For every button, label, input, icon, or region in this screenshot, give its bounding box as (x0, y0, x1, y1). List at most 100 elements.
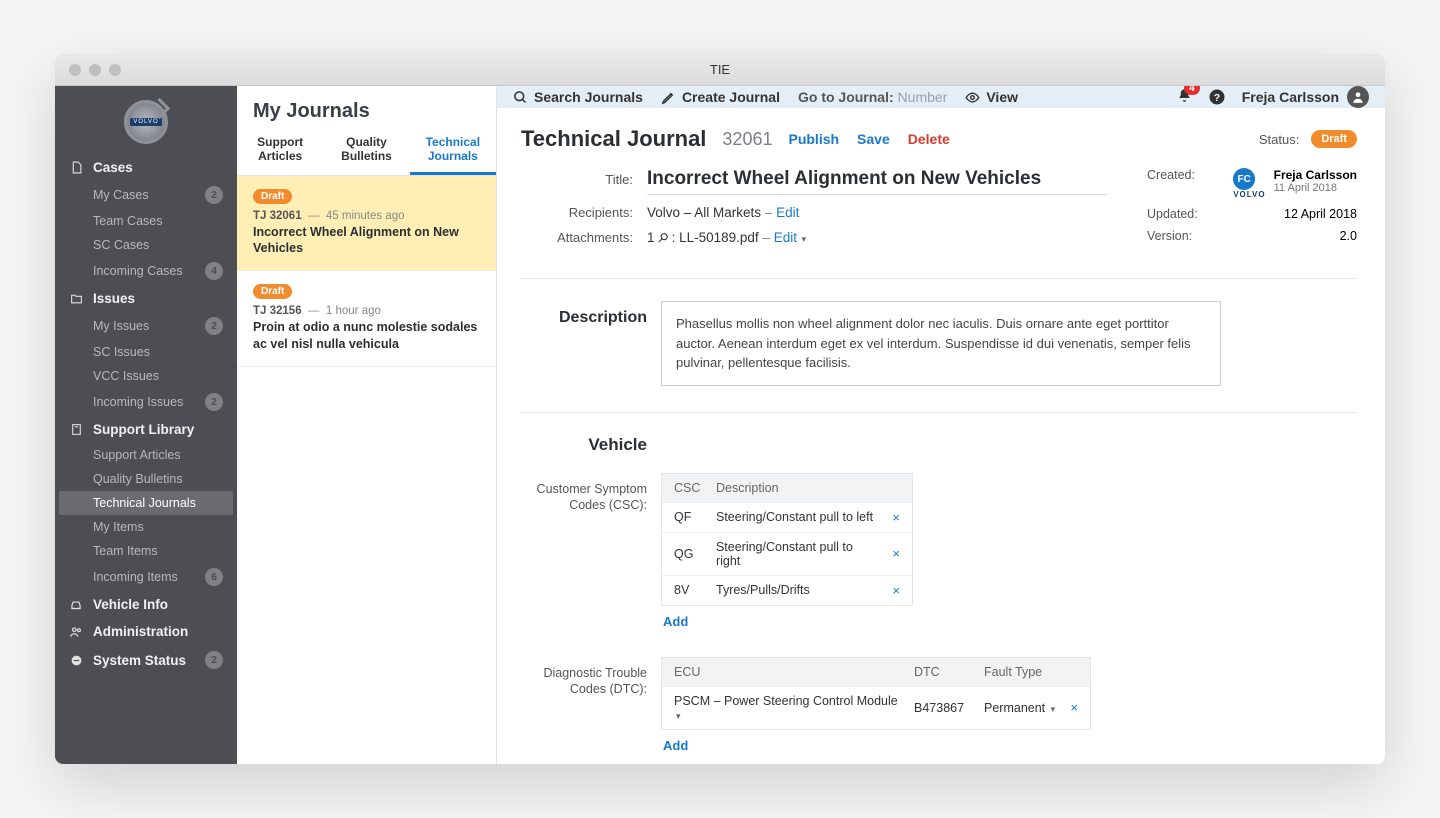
tab-quality-bulletins[interactable]: QualityBulletins (323, 131, 409, 175)
paperclip-icon: ⚲ (654, 229, 672, 247)
nav-item-my-issues[interactable]: My Issues2 (55, 312, 237, 340)
dtc-head-dtc: DTC (914, 665, 984, 679)
nav-section-vehicle-info[interactable]: Vehicle Info (55, 591, 237, 618)
dtc-add-button[interactable]: Add (661, 730, 688, 753)
minus-icon (69, 654, 83, 667)
goto-journal: Go to Journal: Number (798, 89, 947, 105)
page-title: Technical Journal (521, 126, 706, 152)
creator-avatar-icon: FC (1233, 168, 1255, 190)
nav-item-my-cases[interactable]: My Cases2 (55, 181, 237, 209)
car-icon (69, 598, 83, 612)
csc-table: CSC Description QFSteering/Constant pull… (661, 473, 913, 606)
nav-item-sc-cases[interactable]: SC Cases (55, 233, 237, 257)
nav-item-incoming-issues[interactable]: Incoming Issues2 (55, 388, 237, 416)
csc-add-button[interactable]: Add (661, 606, 688, 629)
save-button[interactable]: Save (857, 131, 890, 147)
nav-badge: 2 (205, 393, 223, 411)
created-date: 11 April 2018 (1274, 182, 1357, 194)
maximize-window-icon[interactable] (109, 64, 121, 76)
notification-count: 4 (1184, 86, 1200, 95)
fault-select[interactable]: Permanent ▾ (984, 701, 1067, 715)
recipients-label: Recipients: (521, 205, 633, 220)
file-icon (69, 161, 83, 174)
goto-number-input[interactable]: Number (898, 89, 948, 105)
ecu-select[interactable]: PSCM – Power Steering Control Module ▾ (674, 694, 914, 722)
nav-item-technical-journals[interactable]: Technical Journals (59, 491, 233, 515)
pencil-icon (661, 90, 676, 105)
table-row: QGSteering/Constant pull to right× (662, 532, 912, 575)
nav-item-incoming-items[interactable]: Incoming Items6 (55, 563, 237, 591)
sidebar: VOLVO CasesMy Cases2Team CasesSC CasesIn… (55, 86, 237, 764)
attachments-count: 1 (647, 230, 655, 245)
nav-item-sc-issues[interactable]: SC Issues (55, 340, 237, 364)
status-label: Status: (1259, 132, 1299, 147)
app-window: TIE VOLVO CasesMy Cases2Team CasesSC Cas… (55, 54, 1385, 764)
journal-tabs: SupportArticlesQualityBulletinsTechnical… (237, 131, 496, 176)
nav-item-team-items[interactable]: Team Items (55, 539, 237, 563)
remove-row-button[interactable]: × (892, 583, 900, 598)
status-badge: Draft (253, 189, 292, 204)
attachment-filename: LL-50189.pdf (679, 230, 759, 245)
page-header: Technical Journal 32061 Publish Save Del… (521, 126, 1357, 152)
close-window-icon[interactable] (69, 64, 81, 76)
nav-section-administration[interactable]: Administration (55, 618, 237, 645)
journal-card[interactable]: DraftTJ 32156 — 1 hour agoProin at odio … (237, 271, 496, 367)
search-icon (513, 90, 528, 105)
svg-text:?: ? (1214, 92, 1220, 104)
tab-technical-journals[interactable]: TechnicalJournals (410, 131, 496, 175)
help-icon[interactable]: ? (1208, 88, 1226, 106)
nav-section-system-status[interactable]: System Status2 (55, 645, 237, 675)
folder-icon (69, 292, 83, 305)
journal-list-column: My Journals SupportArticlesQualityBullet… (237, 86, 497, 764)
volvo-logo-icon: VOLVO (124, 100, 168, 144)
nav-badge: 4 (205, 262, 223, 280)
journal-number: 32061 (722, 129, 772, 150)
create-journal-button[interactable]: Create Journal (661, 89, 780, 105)
nav-section-cases[interactable]: Cases (55, 154, 237, 181)
table-row: 8VTyres/Pulls/Drifts× (662, 575, 912, 605)
attachments-label: Attachments: (521, 230, 633, 245)
remove-row-button[interactable]: × (1070, 700, 1078, 715)
description-textarea[interactable]: Phasellus mollis non wheel alignment dol… (661, 301, 1221, 386)
search-journals-button[interactable]: Search Journals (513, 89, 643, 105)
title-label: Title: (521, 172, 633, 187)
notifications-button[interactable]: 4 (1177, 88, 1192, 106)
window-title: TIE (710, 62, 730, 77)
tab-support-articles[interactable]: SupportArticles (237, 131, 323, 175)
recipients-edit-link[interactable]: Edit (776, 205, 799, 220)
nav-item-support-articles[interactable]: Support Articles (55, 443, 237, 467)
remove-row-button[interactable]: × (892, 546, 900, 561)
dtc-label: Diagnostic Trouble Codes (DTC): (521, 657, 647, 755)
nav-item-team-cases[interactable]: Team Cases (55, 209, 237, 233)
nav-item-vcc-issues[interactable]: VCC Issues (55, 364, 237, 388)
journal-card[interactable]: DraftTJ 32061 — 45 minutes agoIncorrect … (237, 176, 496, 272)
book-icon (69, 423, 83, 436)
dtc-head-fault: Fault Type (984, 665, 1054, 679)
nav-item-quality-bulletins[interactable]: Quality Bulletins (55, 467, 237, 491)
nav-item-incoming-cases[interactable]: Incoming Cases4 (55, 257, 237, 285)
dtc-head-ecu: ECU (674, 665, 914, 679)
title-input[interactable]: Incorrect Wheel Alignment on New Vehicle… (647, 168, 1107, 195)
nav-badge: 2 (205, 651, 223, 669)
minimize-window-icon[interactable] (89, 64, 101, 76)
version-value: 2.0 (1340, 229, 1357, 243)
brand-logo: VOLVO (55, 86, 237, 154)
nav-section-issues[interactable]: Issues (55, 285, 237, 312)
window-controls (55, 64, 121, 76)
csc-label: Customer Symptom Codes (CSC): (521, 473, 647, 631)
delete-button[interactable]: Delete (908, 131, 950, 147)
chevron-down-icon: ▾ (799, 234, 806, 244)
view-button[interactable]: View (965, 89, 1018, 105)
user-menu[interactable]: Freja Carlsson (1242, 86, 1369, 108)
table-row: PSCM – Power Steering Control Module ▾B4… (662, 686, 1090, 729)
vehicle-section-label: Vehicle (521, 435, 647, 455)
description-label: Description (521, 301, 647, 386)
nav-section-support-library[interactable]: Support Library (55, 416, 237, 443)
nav-item-my-items[interactable]: My Items (55, 515, 237, 539)
version-label: Version: (1147, 229, 1192, 243)
attachments-edit-link[interactable]: Edit ▾ (774, 230, 806, 245)
nav-badge: 6 (205, 568, 223, 586)
publish-button[interactable]: Publish (788, 131, 839, 147)
remove-row-button[interactable]: × (892, 510, 900, 525)
updated-label: Updated: (1147, 207, 1198, 221)
